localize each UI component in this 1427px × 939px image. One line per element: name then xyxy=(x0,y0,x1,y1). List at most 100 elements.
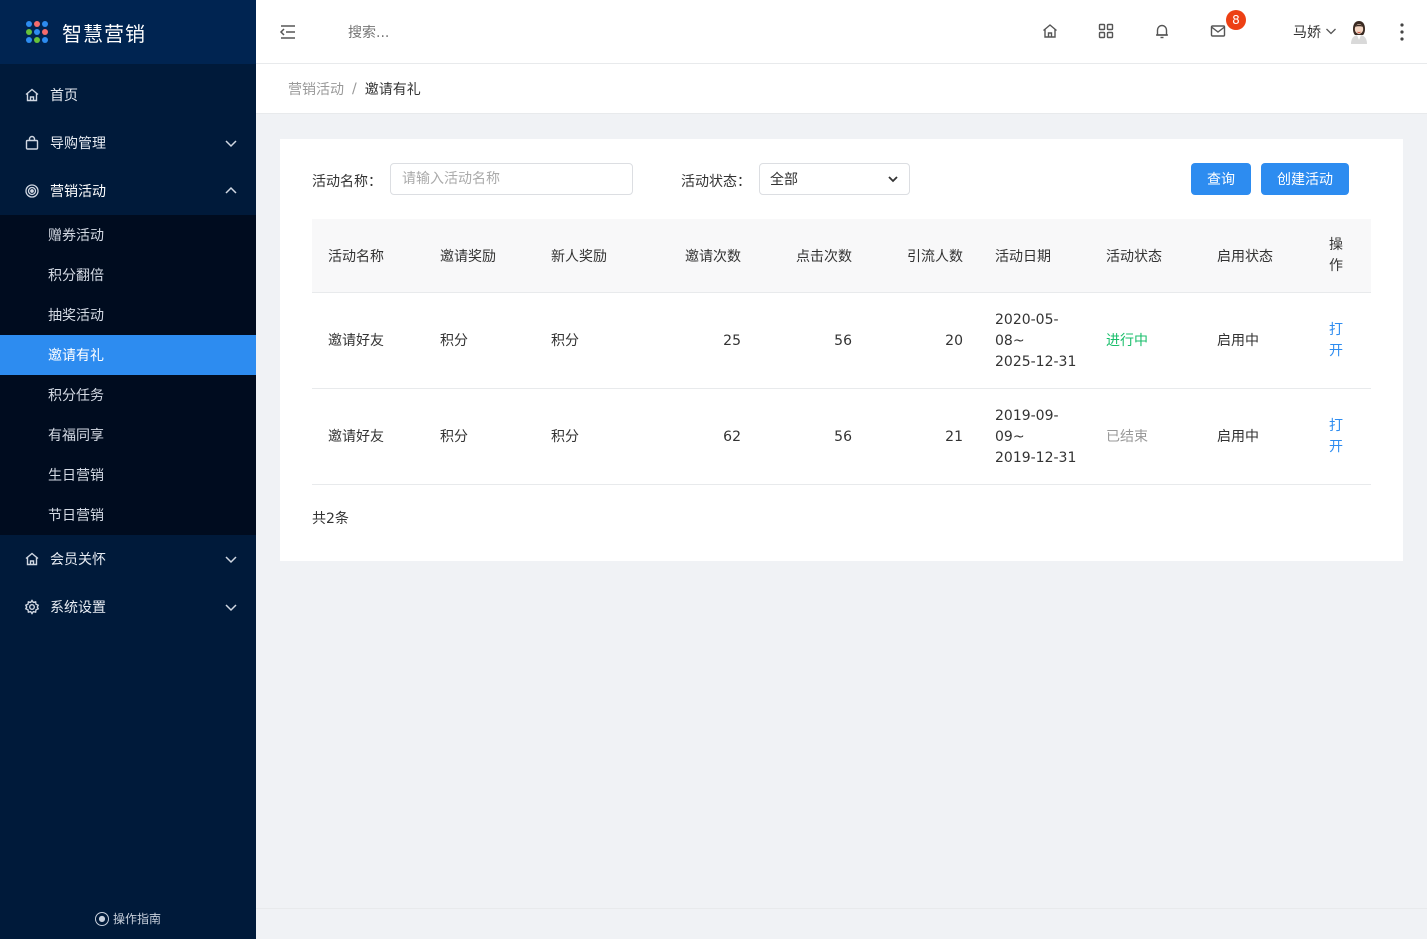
column-header: 活动状态 xyxy=(1106,249,1162,265)
cell-invite-reward: 积分 xyxy=(440,428,468,445)
column-header: 引流人数 xyxy=(907,249,963,265)
cell-invite-reward: 积分 xyxy=(440,332,468,349)
column-header: 活动名称 xyxy=(328,249,384,265)
date-line: 2019-09- xyxy=(995,407,1059,424)
chevron-down-icon xyxy=(225,556,237,564)
submenu-item-share[interactable]: 有福同享 xyxy=(0,415,256,455)
submenu-item-holiday[interactable]: 节日营销 xyxy=(0,495,256,535)
footer xyxy=(256,908,1427,939)
operation-guide-link[interactable]: ● 操作指南 xyxy=(0,910,256,927)
mail-count-badge: 8 xyxy=(1226,10,1246,30)
house-icon xyxy=(24,551,40,567)
table-row: 邀请好友 积分 积分 25 56 20 2020-05- 08~ 2025-12… xyxy=(312,293,1371,389)
marketing-submenu: 赠券活动 积分翻倍 抽奖活动 邀请有礼 积分任务 有福同享 生日营销 节日营销 xyxy=(0,215,256,535)
cell-enabled: 启用中 xyxy=(1217,428,1259,445)
sidebar-item-member-care[interactable]: 会员关怀 xyxy=(0,535,256,583)
cell-traffic: 21 xyxy=(945,428,963,445)
total-count: 共2条 xyxy=(312,511,349,527)
apps-grid-icon[interactable] xyxy=(1097,22,1115,40)
column-header: 邀请次数 xyxy=(685,249,741,265)
bag-icon xyxy=(24,135,40,151)
activity-status-label: 活动状态： xyxy=(681,174,751,190)
table-row: 邀请好友 积分 积分 62 56 21 2019-09- 09~ 2019-12… xyxy=(312,389,1371,485)
breadcrumb: 营销活动 / 邀请有礼 xyxy=(256,64,1427,114)
query-button[interactable]: 查询 xyxy=(1191,163,1251,195)
cell-name: 邀请好友 xyxy=(328,428,384,445)
sidebar-item-marketing[interactable]: 营销活动 xyxy=(0,167,256,215)
sidebar-item-label: 营销活动 xyxy=(50,184,106,200)
chevron-down-icon[interactable] xyxy=(1325,25,1337,37)
logo-text: 智慧营销 xyxy=(62,21,146,46)
submenu-item-lottery[interactable]: 抽奖活动 xyxy=(0,295,256,335)
create-activity-button[interactable]: 创建活动 xyxy=(1261,163,1349,195)
sidebar: 智慧营销 首页 导购管理 营销活动 赠券活动 积分翻倍 抽奖活动 邀请有礼 积分… xyxy=(0,0,256,939)
chevron-down-icon xyxy=(888,176,898,183)
table-header: 活动名称 邀请奖励 新人奖励 邀请次数 点击次数 引流人数 活动日期 活动状态 … xyxy=(312,219,1371,293)
cell-enabled: 启用中 xyxy=(1217,332,1259,349)
breadcrumb-separator: / xyxy=(352,80,357,97)
cell-traffic: 20 xyxy=(945,332,963,349)
chevron-down-icon xyxy=(225,140,237,148)
guide-icon: ● xyxy=(94,911,109,926)
sidebar-item-guide-management[interactable]: 导购管理 xyxy=(0,119,256,167)
open-link[interactable]: 打开 xyxy=(1329,293,1345,389)
avatar[interactable] xyxy=(1348,20,1370,44)
sidebar-menu: 首页 导购管理 营销活动 xyxy=(0,71,256,215)
sidebar-item-settings[interactable]: 系统设置 xyxy=(0,583,256,631)
submenu-item-points-double[interactable]: 积分翻倍 xyxy=(0,255,256,295)
bell-icon[interactable] xyxy=(1153,22,1171,40)
chevron-down-icon xyxy=(225,604,237,612)
column-header: 活动日期 xyxy=(995,249,1051,265)
activity-table: 活动名称 邀请奖励 新人奖励 邀请次数 点击次数 引流人数 活动日期 活动状态 … xyxy=(312,219,1371,485)
cell-clicks: 56 xyxy=(834,428,852,445)
cell-date: 2019-09- 09~ 2019-12-31 xyxy=(995,389,1076,485)
mail-icon[interactable] xyxy=(1209,22,1227,40)
user-name[interactable]: 马娇 xyxy=(1293,22,1321,42)
sidebar-item-home[interactable]: 首页 xyxy=(0,71,256,119)
target-icon xyxy=(24,183,40,199)
breadcrumb-current: 邀请有礼 xyxy=(364,81,421,98)
submenu-item-birthday[interactable]: 生日营销 xyxy=(0,455,256,495)
cell-new-reward: 积分 xyxy=(551,332,579,349)
cell-invites: 62 xyxy=(723,428,741,445)
activity-name-label: 活动名称： xyxy=(312,174,382,190)
cell-date: 2020-05- 08~ 2025-12-31 xyxy=(995,293,1076,389)
menu-collapse-icon[interactable] xyxy=(278,22,298,42)
sidebar-item-label: 会员关怀 xyxy=(50,552,106,568)
top-header: 8 马娇 xyxy=(256,0,1427,64)
home-icon xyxy=(24,87,40,103)
breadcrumb-parent[interactable]: 营销活动 xyxy=(288,79,344,99)
open-link[interactable]: 打开 xyxy=(1329,389,1345,485)
activity-status-select[interactable]: 全部 xyxy=(759,163,910,195)
status-badge: 已结束 xyxy=(1106,428,1148,445)
logo[interactable]: 智慧营销 xyxy=(0,0,256,64)
submenu-item-coupon[interactable]: 赠券活动 xyxy=(0,215,256,255)
date-line: 2019-12-31 xyxy=(995,449,1077,466)
status-badge: 进行中 xyxy=(1106,332,1148,349)
column-header: 邀请奖励 xyxy=(440,249,496,265)
gear-icon xyxy=(24,599,40,615)
submenu-item-invite[interactable]: 邀请有礼 xyxy=(0,335,256,375)
chevron-up-icon xyxy=(225,186,237,194)
guide-label: 操作指南 xyxy=(112,912,161,926)
sidebar-menu-lower: 会员关怀 系统设置 xyxy=(0,535,256,631)
date-line: 09~ xyxy=(995,428,1025,445)
date-line: 2020-05- xyxy=(995,311,1059,328)
column-header: 点击次数 xyxy=(796,249,852,265)
cell-invites: 25 xyxy=(723,332,741,349)
date-line: 2025-12-31 xyxy=(995,353,1077,370)
column-header: 启用状态 xyxy=(1217,249,1273,265)
column-header: 新人奖励 xyxy=(551,249,607,265)
sidebar-item-label: 首页 xyxy=(50,88,78,104)
cell-name: 邀请好友 xyxy=(328,332,384,349)
search-input[interactable] xyxy=(348,22,548,44)
status-select-value: 全部 xyxy=(770,172,798,188)
content-card: 活动名称： 活动状态： 全部 查询 创建活动 活动名称 邀请奖励 新人奖励 邀请… xyxy=(280,139,1403,561)
submenu-item-points-task[interactable]: 积分任务 xyxy=(0,375,256,415)
column-header: 操作 xyxy=(1329,237,1343,274)
home-icon[interactable] xyxy=(1041,22,1059,40)
activity-name-input[interactable] xyxy=(390,163,633,195)
more-vertical-icon[interactable] xyxy=(1399,22,1405,42)
grid-logo-icon xyxy=(26,21,48,43)
date-line: 08~ xyxy=(995,332,1025,349)
